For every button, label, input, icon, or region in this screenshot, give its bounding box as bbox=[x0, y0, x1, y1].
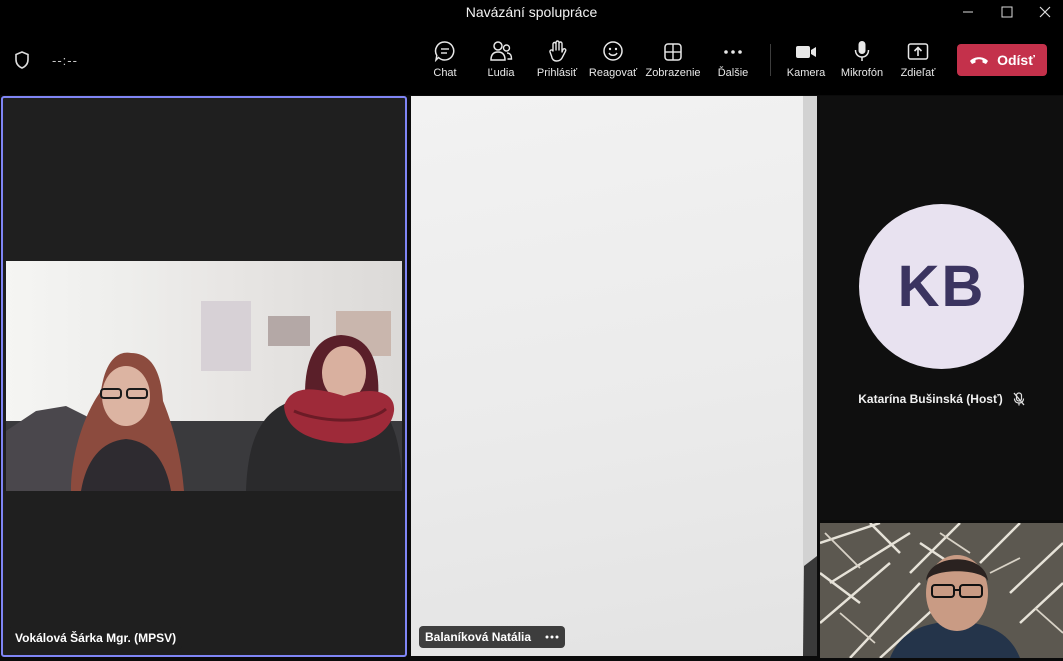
close-icon bbox=[1039, 6, 1051, 18]
participant-name-row: Katarína Bušinská (Hosť) bbox=[820, 392, 1063, 406]
participant-name-tag: Balaníková Natália bbox=[419, 626, 566, 648]
window-title: Navázání spolupráce bbox=[465, 4, 598, 20]
view-button[interactable]: Zobrazenie bbox=[645, 38, 701, 86]
maximize-icon bbox=[1001, 6, 1013, 18]
video-frame bbox=[6, 301, 402, 491]
participant-name: Katarína Bušinská (Hosť) bbox=[858, 392, 1003, 406]
participant-video bbox=[803, 96, 817, 656]
people-icon bbox=[490, 41, 513, 61]
meeting-timer: --:-- bbox=[52, 53, 78, 68]
chat-icon bbox=[434, 41, 455, 62]
participant-name-tag: Vokálová Šárka Mgr. (MPSV) bbox=[9, 627, 183, 649]
mic-label: Mikrofón bbox=[840, 67, 884, 79]
more-options-icon[interactable] bbox=[545, 635, 559, 639]
more-label: Ďalšie bbox=[717, 67, 749, 79]
mic-muted-icon bbox=[1013, 392, 1025, 406]
grid-view-icon bbox=[664, 43, 682, 61]
minimize-button[interactable] bbox=[950, 0, 986, 24]
chat-label: Chat bbox=[433, 67, 457, 79]
hang-up-icon bbox=[970, 57, 989, 64]
view-label: Zobrazenie bbox=[645, 67, 701, 79]
participant-name: Vokálová Šárka Mgr. (MPSV) bbox=[15, 631, 177, 645]
camera-label: Kamera bbox=[786, 67, 826, 79]
hand-icon bbox=[549, 40, 567, 62]
toolbar-divider bbox=[770, 44, 771, 76]
mic-button[interactable]: Mikrofón bbox=[834, 38, 890, 86]
self-video-tile[interactable] bbox=[820, 523, 1063, 658]
smiley-icon bbox=[603, 41, 623, 61]
raise-hand-label: Prihlásiť bbox=[536, 67, 578, 79]
microphone-icon bbox=[854, 41, 870, 61]
share-screen-icon bbox=[907, 43, 929, 60]
avatar-initials: KB bbox=[897, 254, 986, 319]
people-button[interactable]: Ľudia bbox=[473, 38, 529, 86]
title-bar: Navázání spolupráce bbox=[0, 0, 1063, 24]
raise-hand-button[interactable]: Prihlásiť bbox=[529, 38, 585, 86]
leave-button[interactable]: Odísť bbox=[957, 44, 1047, 76]
participant-video bbox=[820, 523, 1063, 658]
chat-button[interactable]: Chat bbox=[417, 38, 473, 86]
close-button[interactable] bbox=[1027, 0, 1063, 24]
participant-tile-businska[interactable]: KB Katarína Bušinská (Hosť) bbox=[820, 96, 1063, 520]
meeting-toolbar: --:-- Chat Ľudia Prihlásiť Reagovať Zobr… bbox=[0, 24, 1063, 95]
maximize-button[interactable] bbox=[989, 0, 1025, 24]
participant-tile-balanikova[interactable]: Balaníková Natália bbox=[411, 96, 817, 656]
participant-name: Balaníková Natália bbox=[425, 630, 532, 644]
participant-tile-vokalova[interactable]: Vokálová Šárka Mgr. (MPSV) bbox=[1, 96, 407, 657]
shield-icon bbox=[15, 51, 29, 69]
camera-button[interactable]: Kamera bbox=[778, 38, 834, 86]
avatar: KB bbox=[859, 204, 1024, 369]
react-button[interactable]: Reagovať bbox=[585, 38, 641, 86]
share-button[interactable]: Zdieľať bbox=[890, 38, 946, 86]
camera-icon bbox=[796, 46, 816, 58]
people-label: Ľudia bbox=[487, 67, 515, 79]
leave-label: Odísť bbox=[997, 52, 1035, 68]
participant-video bbox=[6, 261, 402, 491]
minimize-icon bbox=[963, 11, 973, 13]
more-icon bbox=[724, 50, 742, 54]
share-label: Zdieľať bbox=[900, 67, 936, 79]
more-button[interactable]: Ďalšie bbox=[705, 38, 761, 86]
react-label: Reagovať bbox=[588, 67, 638, 79]
